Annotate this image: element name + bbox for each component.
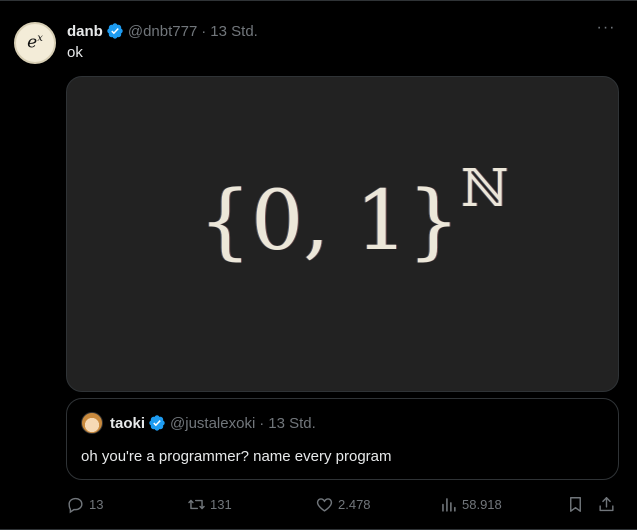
repost-icon <box>188 499 205 509</box>
bookmark-button[interactable] <box>566 493 589 515</box>
tweet-text: ok <box>67 44 83 61</box>
verified-badge-icon[interactable] <box>106 22 124 40</box>
quote-handle: @justalexoki <box>170 414 256 432</box>
quote-header: taoki @justalexoki · 13 Std. <box>110 414 316 432</box>
avatar[interactable]: ex <box>14 22 56 64</box>
like-button[interactable]: 2.478 <box>315 493 371 515</box>
quote-avatar[interactable] <box>81 412 103 434</box>
reply-icon <box>68 497 83 513</box>
like-icon <box>316 497 333 512</box>
share-button[interactable] <box>597 493 620 515</box>
repost-button[interactable]: 131 <box>187 493 232 515</box>
quote-text: oh you're a programmer? name every progr… <box>81 448 392 465</box>
share-icon <box>599 496 614 511</box>
display-name[interactable]: danb <box>67 23 103 40</box>
repost-count: 131 <box>210 496 232 512</box>
bookmark-icon <box>570 496 581 512</box>
timestamp[interactable]: 13 Std. <box>210 23 258 40</box>
image-formula: {0, 1} <box>199 174 460 269</box>
quote-display-name: taoki <box>110 414 146 432</box>
separator-dot: · <box>201 22 207 40</box>
user-handle[interactable]: @dnbt777 <box>128 23 197 40</box>
reply-count: 13 <box>89 496 104 512</box>
views-count: 58.918 <box>462 496 502 512</box>
tweet-header: danb @dnbt777 · 13 Std. <box>67 21 258 41</box>
tweet-image[interactable]: {0, 1} ℕ <box>66 76 619 392</box>
action-bar: 13 131 2.478 58.918 <box>66 493 619 515</box>
more-icon[interactable]: ··· <box>595 19 617 41</box>
quoted-tweet[interactable]: taoki @justalexoki · 13 Std. oh you're a… <box>66 398 619 480</box>
views-icon <box>442 497 456 512</box>
image-exponent: ℕ <box>461 159 509 219</box>
views-button[interactable]: 58.918 <box>439 493 502 515</box>
verified-badge-icon <box>149 415 165 431</box>
avatar-logo: ex <box>27 32 43 53</box>
reply-button[interactable]: 13 <box>66 493 103 515</box>
tweet[interactable]: ex danb @dnbt777 · 13 Std. ··· ok {0, 1}… <box>0 0 637 530</box>
like-count: 2.478 <box>338 496 371 512</box>
quote-timestamp: 13 Std. <box>268 414 316 432</box>
separator-dot: · <box>259 414 265 432</box>
